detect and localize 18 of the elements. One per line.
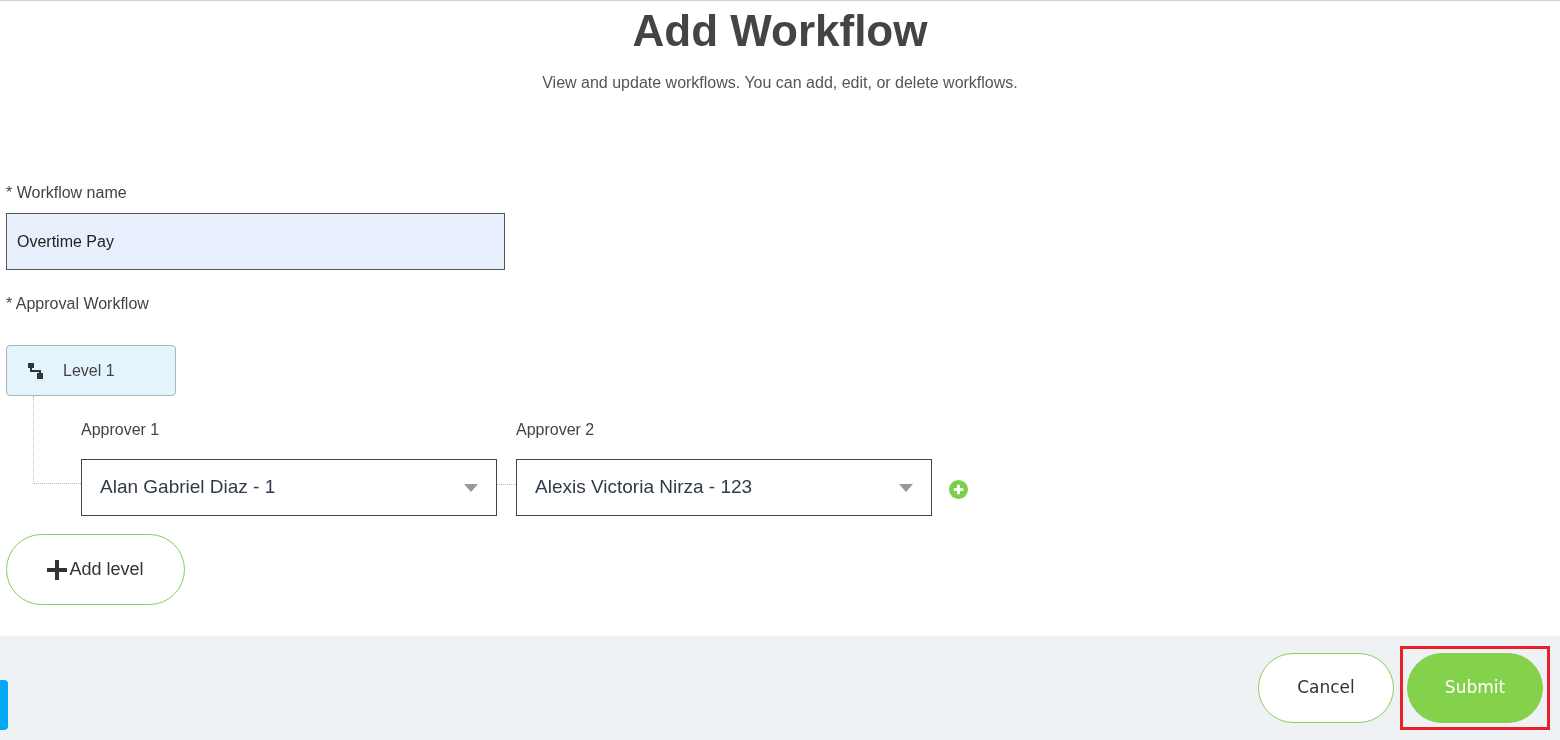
add-level-button[interactable]: Add level <box>6 534 185 605</box>
plus-icon <box>47 559 68 580</box>
workflow-name-input[interactable]: Overtime Pay <box>6 213 505 270</box>
level-tab[interactable]: Level 1 <box>6 345 176 396</box>
approver-select[interactable]: Alan Gabriel Diaz - 1 <box>81 459 497 516</box>
page-title: Add Workflow <box>632 5 928 57</box>
approver-label: Approver 1 <box>81 420 160 440</box>
page-subtitle: View and update workflows. You can add, edit, or delete workflows. <box>542 73 1018 93</box>
side-tab[interactable] <box>0 680 8 730</box>
hierarchy-icon <box>27 361 45 380</box>
add-approver-icon[interactable] <box>949 480 968 499</box>
cancel-button[interactable]: Cancel <box>1258 653 1394 723</box>
field-label: * Approval Workflow <box>6 294 149 314</box>
caret-icon <box>899 483 913 492</box>
approver-label: Approver 2 <box>516 420 595 440</box>
approver-select[interactable]: Alexis Victoria Nirza - 123 <box>516 459 932 516</box>
caret-icon <box>464 483 478 492</box>
field-label: * Workflow name <box>6 183 127 203</box>
